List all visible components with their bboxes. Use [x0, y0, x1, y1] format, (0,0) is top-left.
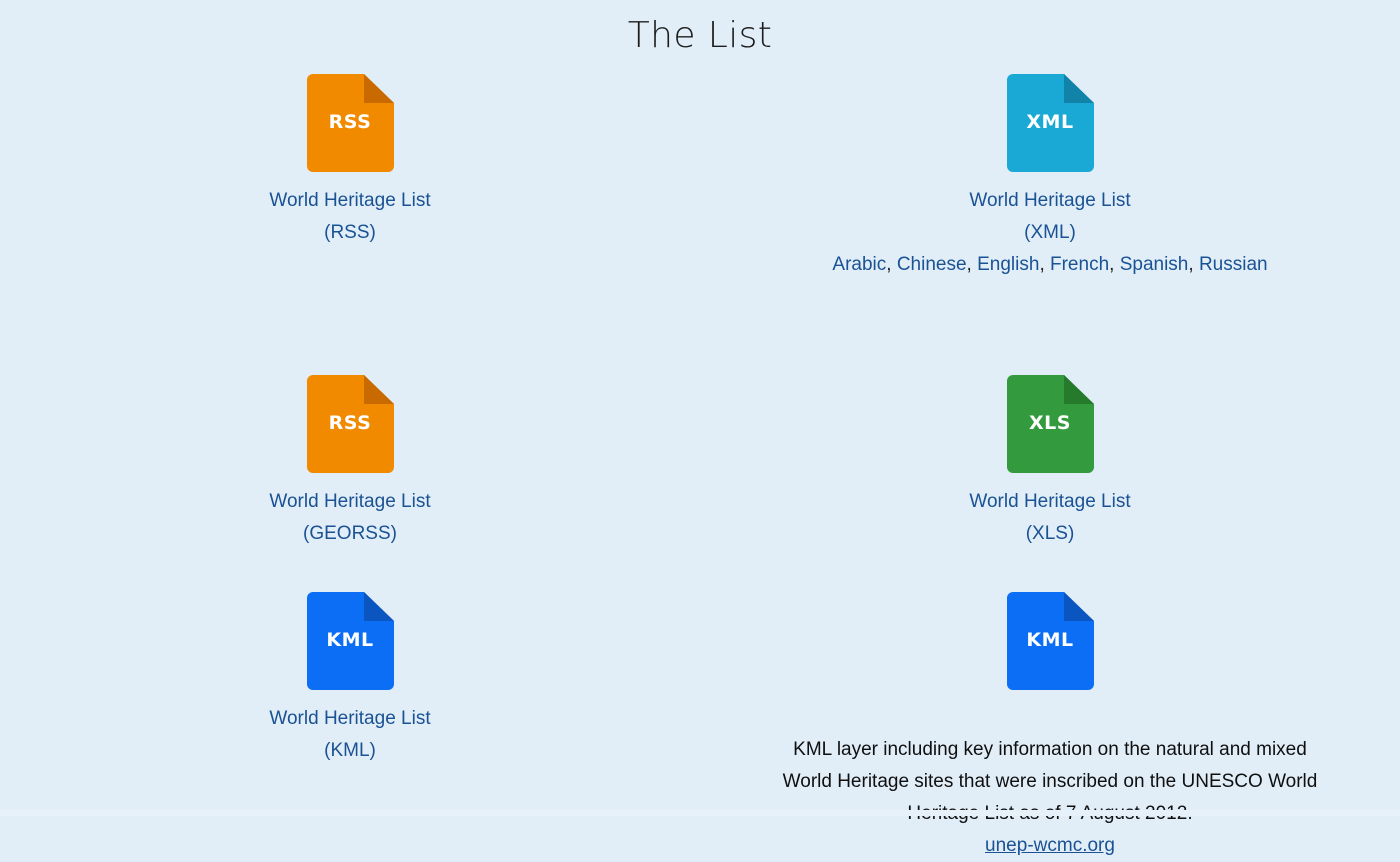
xml-language-link-english[interactable]: English [977, 254, 1039, 275]
xls-icon-link[interactable]: XLS [1006, 375, 1094, 473]
xml-caption-line1[interactable]: World Heritage List [969, 185, 1130, 217]
xml-caption: World Heritage List (XML) [969, 185, 1130, 249]
georss-caption-line2[interactable]: (GEORSS) [269, 518, 430, 550]
item-georss: RSS World Heritage List (GEORSS) [0, 375, 700, 550]
item-rss: RSS World Heritage List (RSS) [0, 74, 700, 281]
xml-language-link-arabic[interactable]: Arabic [832, 254, 886, 275]
grid-row-1: RSS World Heritage List (RSS) XML World … [0, 74, 1400, 281]
item-kml: KML World Heritage List (KML) [0, 592, 700, 862]
page-title: The List [627, 15, 773, 56]
xml-language-link-french[interactable]: French [1050, 254, 1109, 275]
rss-icon-link[interactable]: RSS [306, 74, 394, 172]
kml-caption-line1[interactable]: World Heritage List [269, 703, 430, 735]
language-separator: , [1109, 254, 1120, 275]
language-separator: , [1039, 254, 1050, 275]
kml-unep-file-icon: KML [1006, 592, 1094, 690]
language-separator: , [966, 254, 978, 275]
bottom-edge-strip [0, 810, 1400, 816]
xml-file-icon: XML [1006, 74, 1094, 172]
rss-caption-line2[interactable]: (RSS) [269, 217, 430, 249]
download-grid: RSS World Heritage List (RSS) XML World … [0, 74, 1400, 862]
georss-caption-line1[interactable]: World Heritage List [269, 486, 430, 518]
xls-caption-line1[interactable]: World Heritage List [969, 486, 1130, 518]
xml-icon-link[interactable]: XML [1006, 74, 1094, 172]
grid-row-3: KML World Heritage List (KML) KML KML la… [0, 592, 1400, 862]
xml-language-link-russian[interactable]: Russian [1199, 254, 1268, 275]
rss-file-icon: RSS [306, 74, 394, 172]
kml-icon-link[interactable]: KML [306, 592, 394, 690]
rss-caption-line1[interactable]: World Heritage List [269, 185, 430, 217]
xls-caption-line2[interactable]: (XLS) [969, 518, 1130, 550]
language-separator: , [1188, 254, 1199, 275]
xml-caption-line2[interactable]: (XML) [969, 217, 1130, 249]
xml-language-links: Arabic, Chinese, English, French, Spanis… [832, 249, 1267, 281]
georss-caption: World Heritage List (GEORSS) [269, 486, 430, 550]
xml-language-link-spanish[interactable]: Spanish [1120, 254, 1189, 275]
rss-caption: World Heritage List (RSS) [269, 185, 430, 249]
kml-unep-icon-link[interactable]: KML [1006, 592, 1094, 690]
row-spacer-1 [0, 281, 1400, 375]
item-xls: XLS World Heritage List (XLS) [700, 375, 1400, 550]
georss-icon-link[interactable]: RSS [306, 375, 394, 473]
item-xml: XML World Heritage List (XML) Arabic, Ch… [700, 74, 1400, 281]
kml-file-icon: KML [306, 592, 394, 690]
xml-language-link-chinese[interactable]: Chinese [897, 254, 967, 275]
page-root: The List RSS World Heritage List (RSS) X… [0, 0, 1400, 856]
xls-file-icon: XLS [1006, 375, 1094, 473]
kml-caption-line2[interactable]: (KML) [269, 735, 430, 767]
georss-file-icon: RSS [306, 375, 394, 473]
item-kml-unep: KML KML layer including key information … [700, 592, 1400, 862]
row-spacer-2 [0, 550, 1400, 592]
xls-caption: World Heritage List (XLS) [969, 486, 1130, 550]
grid-row-2: RSS World Heritage List (GEORSS) XLS Wor… [0, 375, 1400, 550]
kml-unep-description-block: KML layer including key information on t… [770, 734, 1330, 862]
kml-caption: World Heritage List (KML) [269, 703, 430, 767]
language-separator: , [886, 254, 897, 275]
kml-unep-source-link[interactable]: unep-wcmc.org [770, 830, 1330, 862]
